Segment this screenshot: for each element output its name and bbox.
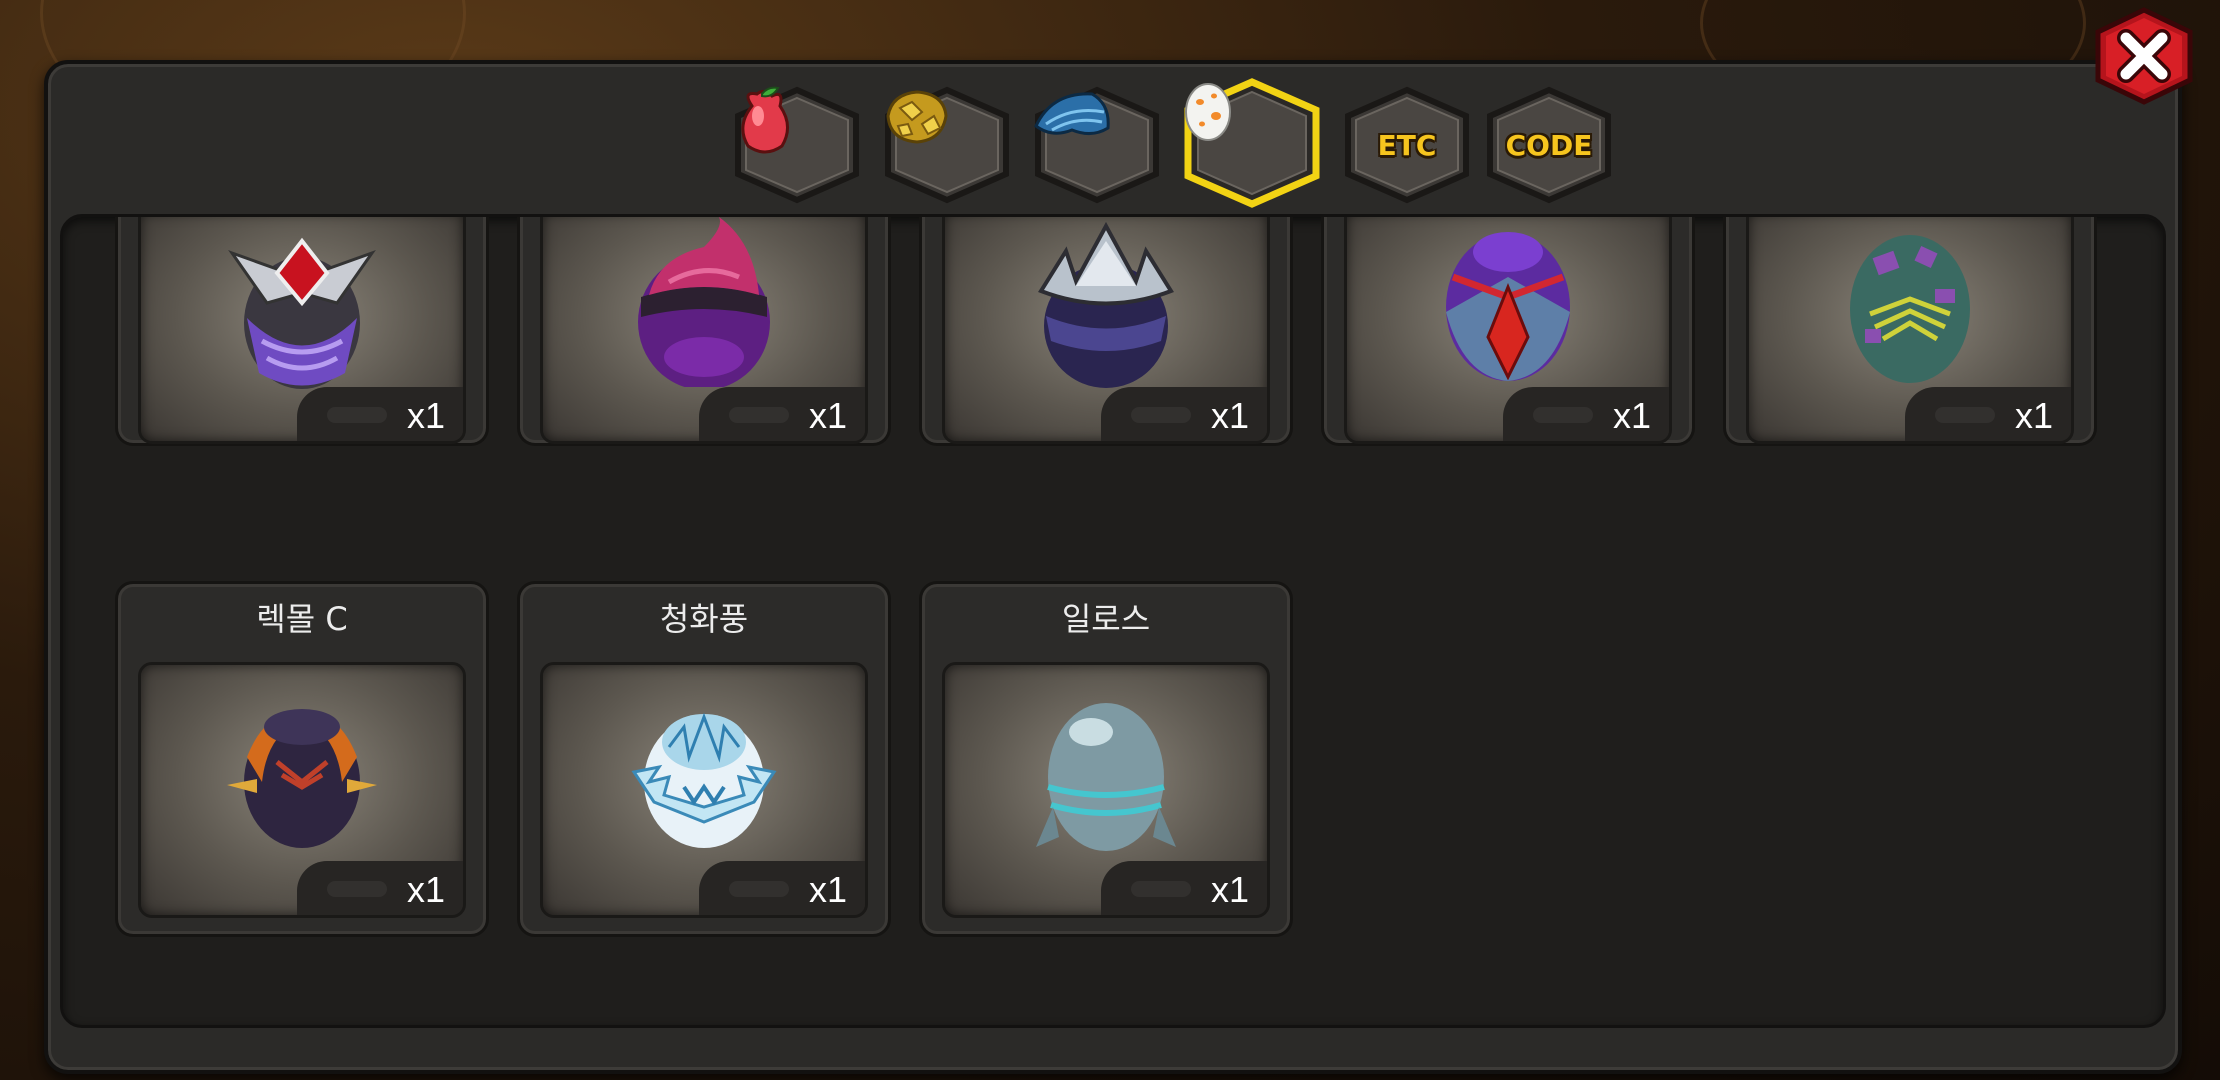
- fruit-icon: [732, 86, 862, 204]
- quantity-badge: x1: [699, 387, 865, 441]
- teal-ring-egg-icon: [1036, 703, 1176, 851]
- quantity-badge: x1: [699, 861, 865, 915]
- inventory-list[interactable]: x1 x1 x1 x1 x1 렉몰 C x1 청화풍 x1 일로스 x1: [60, 214, 2166, 1028]
- item-slot[interactable]: x1: [1723, 217, 2097, 446]
- item-name: 일로스: [1061, 600, 1151, 638]
- item-slot[interactable]: x1: [919, 217, 1293, 446]
- item-frame: x1: [942, 662, 1270, 918]
- white-ice-egg-icon: [631, 712, 777, 848]
- tab-egg[interactable]: [1182, 78, 1322, 208]
- item-slot[interactable]: 청화풍 x1: [517, 581, 891, 937]
- gold-ore-icon: [882, 86, 1012, 204]
- item-slot[interactable]: x1: [1321, 217, 1695, 446]
- quantity-badge: x1: [1101, 861, 1267, 915]
- item-name: 렉몰 C: [256, 600, 348, 638]
- item-slot[interactable]: 일로스 x1: [919, 581, 1293, 937]
- silver-spike-egg-icon: [1038, 221, 1174, 388]
- egg-icon: [1182, 78, 1322, 208]
- quantity-badge: x1: [297, 387, 463, 441]
- tab-label: ETC: [1377, 128, 1437, 162]
- item-slot[interactable]: x1: [115, 217, 489, 446]
- teal-purple-egg-icon: [1850, 235, 1970, 383]
- item-frame: x1: [1344, 217, 1672, 444]
- item-slot[interactable]: 렉몰 C x1: [115, 581, 489, 937]
- tab-code[interactable]: CODE: [1484, 86, 1614, 204]
- blue-feather-icon: [1032, 86, 1162, 204]
- quantity-badge: x1: [1503, 387, 1669, 441]
- tab-feather[interactable]: [1032, 86, 1162, 204]
- silver-red-gem-egg-icon: [228, 237, 376, 389]
- close-icon: [2095, 7, 2193, 105]
- close-button[interactable]: [2092, 6, 2196, 106]
- dark-flame-horn-egg-icon: [227, 709, 377, 848]
- tab-etc[interactable]: ETC: [1342, 86, 1472, 204]
- tab-label: CODE: [1505, 128, 1593, 162]
- tab-gold-ore[interactable]: [882, 86, 1012, 204]
- inventory-panel: x1 x1 x1 x1 x1 렉몰 C x1 청화풍 x1 일로스 x1 ETC…: [44, 60, 2182, 1074]
- item-frame: x1: [540, 217, 868, 444]
- quantity-badge: x1: [1101, 387, 1267, 441]
- item-frame: x1: [1746, 217, 2074, 444]
- item-name: 청화풍: [659, 600, 749, 638]
- item-frame: x1: [138, 217, 466, 444]
- code-icon: CODE: [1484, 86, 1614, 204]
- item-frame: x1: [942, 217, 1270, 444]
- etc-icon: ETC: [1342, 86, 1472, 204]
- item-frame: x1: [138, 662, 466, 918]
- item-slot[interactable]: x1: [517, 217, 891, 446]
- item-frame: x1: [540, 662, 868, 918]
- quantity-badge: x1: [297, 861, 463, 915]
- item-grid: x1 x1 x1 x1 x1 렉몰 C x1 청화풍 x1 일로스 x1: [63, 217, 2163, 1025]
- tab-fruit[interactable]: [732, 86, 862, 204]
- purple-red-beak-egg-icon: [1446, 232, 1570, 381]
- pink-purple-egg-icon: [638, 217, 770, 387]
- category-tabs: ETC CODE: [732, 78, 1622, 208]
- quantity-badge: x1: [1905, 387, 2071, 441]
